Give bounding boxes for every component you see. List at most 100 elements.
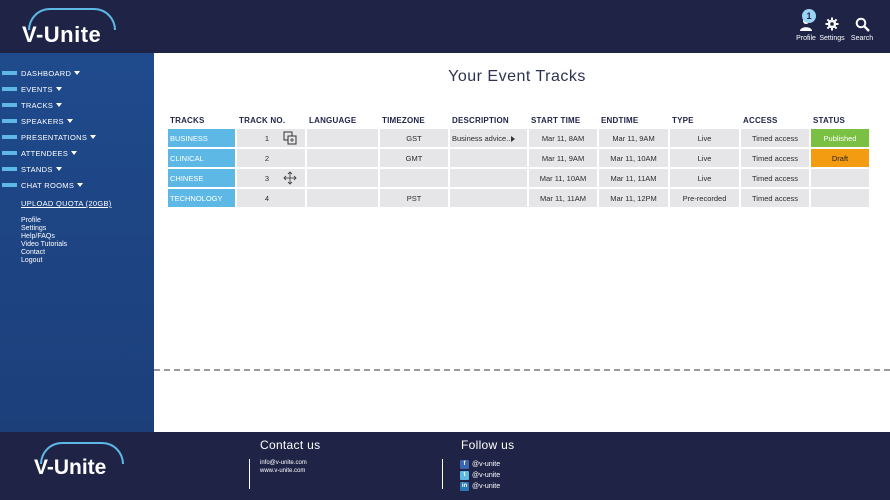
description-cell[interactable]: Business advice..	[450, 129, 527, 147]
sidebar-item-label: STANDS	[21, 164, 53, 174]
help-faqs-link[interactable]: Help/FAQs	[21, 233, 154, 241]
table-row[interactable]: BUSINESS 1 GST Business advice.. Mar 11,…	[168, 129, 869, 147]
upload-quota-link[interactable]: UPLOAD QUOTA (20GB)	[21, 199, 154, 208]
caret-down-icon	[56, 103, 63, 107]
table-row[interactable]: CLINICAL 2 GMT Mar 11, 9AM Mar 11, 10AM …	[168, 149, 869, 167]
language-cell	[307, 149, 378, 167]
move-icon[interactable]	[283, 171, 297, 185]
column-header-tracks: TRACKS	[170, 115, 205, 125]
search-button[interactable]: Search	[845, 14, 879, 42]
table-row[interactable]: CHINESE 3 Mar 11, 10AM Mar 11, 11AM Live…	[168, 169, 869, 187]
gear-icon	[815, 14, 849, 34]
menu-bar-icon	[2, 135, 17, 139]
caret-down-icon	[71, 151, 78, 155]
timezone-cell: GMT	[380, 149, 448, 167]
footer-logo[interactable]: V-Unite	[32, 442, 132, 486]
column-header-type: TYPE	[672, 115, 694, 125]
social-links: f @v-unite t @v-unite in @v-unite	[460, 459, 500, 492]
sidebar-item-tracks[interactable]: TRACKS	[0, 97, 154, 113]
end-time-cell: Mar 11, 12PM	[599, 189, 668, 207]
end-time-cell: Mar 11, 10AM	[599, 149, 668, 167]
track-name-cell[interactable]: CHINESE	[168, 169, 235, 187]
track-no-cell: 4	[237, 189, 305, 207]
column-header-start-time: START TIME	[531, 115, 581, 125]
expand-arrow-icon[interactable]	[511, 135, 516, 142]
caret-down-icon	[74, 71, 81, 75]
type-cell: Live	[670, 169, 739, 187]
sidebar-item-label: PRESENTATIONS	[21, 132, 88, 142]
timezone-cell: PST	[380, 189, 448, 207]
logout-link[interactable]: Logout	[21, 257, 154, 265]
description-text: Business advice..	[452, 133, 511, 143]
track-name-cell[interactable]: BUSINESS	[168, 129, 235, 147]
divider	[249, 459, 250, 489]
column-header-track-no: TRACK NO.	[239, 115, 286, 125]
track-name-cell[interactable]: TECHNOLOGY	[168, 189, 235, 207]
website-link[interactable]: www.v-unite.com	[260, 467, 307, 475]
linkedin-link[interactable]: in @v-unite	[460, 481, 500, 492]
app-header: V-Unite 1 Profile Settings Search	[0, 0, 890, 53]
status-cell[interactable]	[811, 189, 869, 207]
footer-logo-text: V-Unite	[34, 456, 107, 479]
track-no-cell: 1	[237, 129, 305, 147]
contact-link[interactable]: Contact	[21, 249, 154, 257]
start-time-cell: Mar 11, 9AM	[529, 149, 597, 167]
profile-link[interactable]: Profile	[21, 217, 154, 225]
status-badge[interactable]: Draft	[811, 149, 869, 167]
settings-button[interactable]: Settings	[815, 14, 849, 42]
caret-down-icon	[90, 135, 97, 139]
duplicate-icon[interactable]	[283, 131, 297, 145]
language-cell	[307, 129, 378, 147]
sidebar-item-stands[interactable]: STANDS	[0, 161, 154, 177]
logo-text: V-Unite	[22, 22, 102, 47]
access-cell: Timed access	[741, 149, 809, 167]
column-header-endtime: ENDTIME	[601, 115, 639, 125]
table-header-row: TRACKS TRACK NO. LANGUAGE TIMEZONE DESCR…	[168, 113, 869, 127]
menu-bar-icon	[2, 119, 17, 123]
sidebar-item-label: EVENTS	[21, 84, 53, 94]
table-row[interactable]: TECHNOLOGY 4 PST Mar 11, 11AM Mar 11, 12…	[168, 189, 869, 207]
language-cell	[307, 189, 378, 207]
column-header-access: ACCESS	[743, 115, 778, 125]
email-link[interactable]: info@v-unite.com	[260, 459, 307, 467]
menu-bar-icon	[2, 183, 17, 187]
twitter-link[interactable]: t @v-unite	[460, 470, 500, 481]
timezone-cell: GST	[380, 129, 448, 147]
linkedin-icon: in	[460, 482, 469, 491]
sidebar-item-chat-rooms[interactable]: CHAT ROOMS	[0, 177, 154, 193]
status-badge[interactable]: Published	[811, 129, 869, 147]
timezone-cell	[380, 169, 448, 187]
track-no-value: 1	[264, 133, 270, 143]
caret-down-icon	[66, 119, 73, 123]
sidebar-item-label: DASHBOARD	[21, 68, 72, 78]
notification-badge: 1	[802, 9, 816, 23]
contact-title: Contact us	[260, 438, 321, 452]
menu-bar-icon	[2, 151, 17, 155]
column-header-description: DESCRIPTION	[452, 115, 509, 125]
sidebar-item-speakers[interactable]: SPEAKERS	[0, 113, 154, 129]
contact-info: info@v-unite.com www.v-unite.com	[260, 459, 307, 475]
access-cell: Timed access	[741, 189, 809, 207]
sidebar-item-events[interactable]: EVENTS	[0, 81, 154, 97]
sidebar-item-dashboard[interactable]: DASHBOARD	[0, 65, 154, 81]
app-footer: V-Unite Contact us info@v-unite.com www.…	[0, 432, 890, 500]
social-handle: @v-unite	[472, 461, 501, 468]
settings-link[interactable]: Settings	[21, 225, 154, 233]
track-name-cell[interactable]: CLINICAL	[168, 149, 235, 167]
facebook-link[interactable]: f @v-unite	[460, 459, 500, 470]
menu-bar-icon	[2, 167, 17, 171]
status-cell[interactable]	[811, 169, 869, 187]
facebook-icon: f	[460, 460, 469, 469]
sidebar-item-attendees[interactable]: ATTENDEES	[0, 145, 154, 161]
end-time-cell: Mar 11, 9AM	[599, 129, 668, 147]
start-time-cell: Mar 11, 11AM	[529, 189, 597, 207]
app-logo[interactable]: V-Unite	[20, 8, 120, 48]
follow-title: Follow us	[461, 438, 515, 452]
description-cell[interactable]	[450, 169, 527, 187]
video-tutorials-link[interactable]: Video Tutorials	[21, 241, 154, 249]
track-no-value: 3	[264, 173, 270, 183]
divider	[442, 459, 443, 489]
sidebar-item-presentations[interactable]: PRESENTATIONS	[0, 129, 154, 145]
description-cell[interactable]	[450, 149, 527, 167]
description-cell[interactable]	[450, 189, 527, 207]
